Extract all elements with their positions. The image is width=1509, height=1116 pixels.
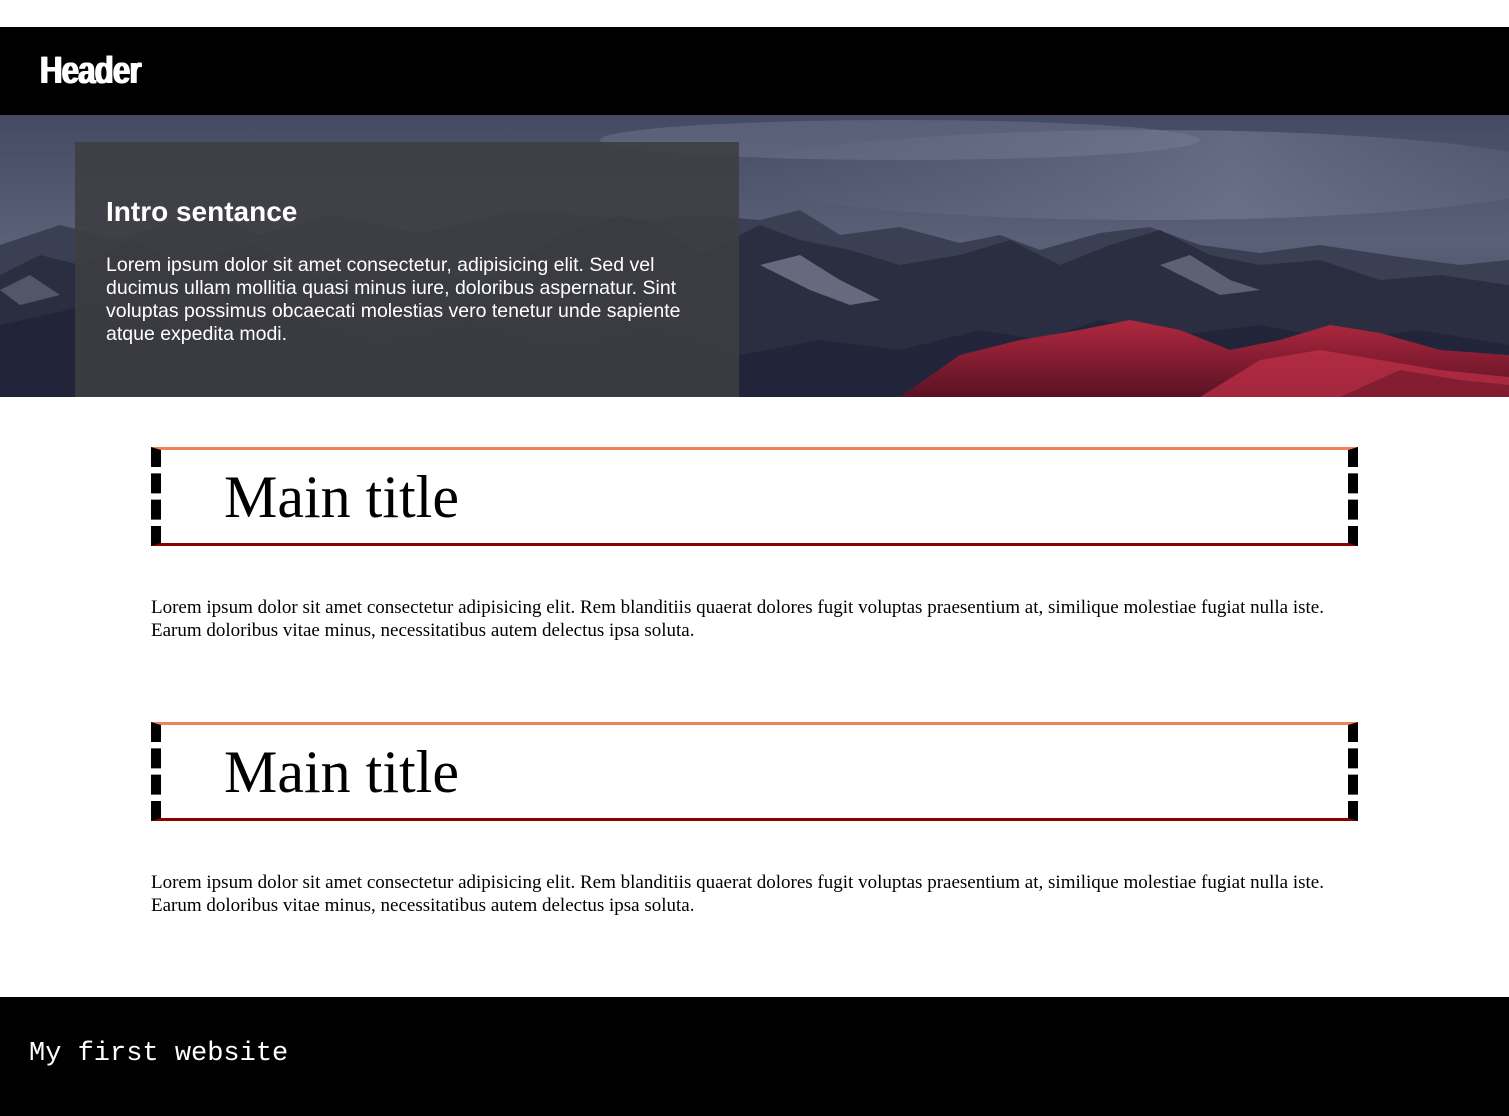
- site-header: Header: [0, 27, 1509, 115]
- site-footer: My first website: [0, 997, 1509, 1116]
- intro-title: Intro sentance: [106, 196, 298, 227]
- header-title: Header: [40, 50, 142, 92]
- section-paragraph: Lorem ipsum dolor sit amet consectetur a…: [151, 872, 1324, 916]
- hero-banner: Intro sentance Lorem ipsum dolor sit ame…: [0, 115, 1509, 397]
- intro-text: Lorem ipsum dolor sit amet consectetur, …: [106, 254, 681, 345]
- intro-box: Intro sentance Lorem ipsum dolor sit ame…: [75, 142, 739, 397]
- footer-text: My first website: [29, 1039, 289, 1069]
- main-title: Main title: [224, 464, 459, 530]
- section-paragraph: Lorem ipsum dolor sit amet consectetur a…: [151, 597, 1324, 641]
- main-title: Main title: [224, 739, 459, 805]
- main-title-box: Main title: [151, 447, 1358, 546]
- main-title-box: Main title: [151, 722, 1358, 821]
